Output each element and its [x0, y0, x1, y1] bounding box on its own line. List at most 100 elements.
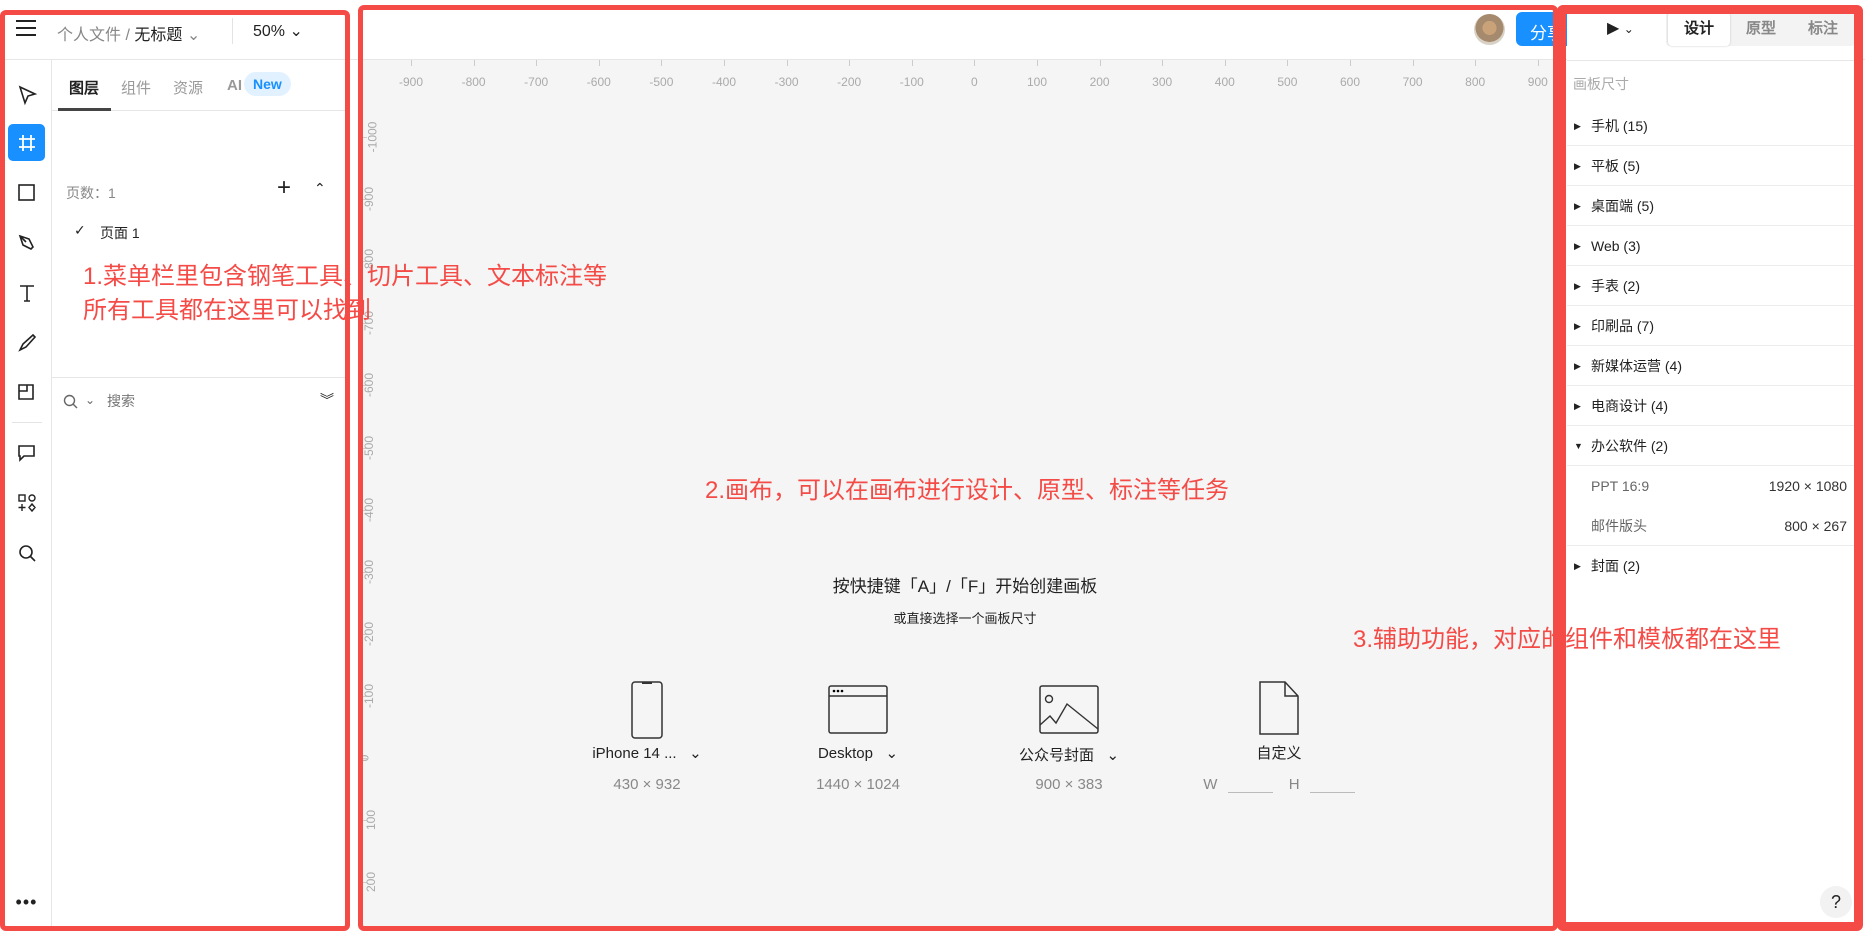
ruler-horizontal: -900 -800 -700 -600 -500 -400 -300 -200 -100 0 100…: [361, 60, 1555, 108]
custom-size-inputs: W H: [1179, 776, 1379, 793]
browser-window-icon: [828, 685, 888, 734]
mode-tabs: 设计 原型 标注: [1666, 12, 1855, 46]
category-row[interactable]: ▶ 新媒体运营 (4): [1567, 346, 1855, 386]
divider: [232, 18, 233, 44]
preset-size: 430 × 932: [613, 776, 681, 793]
play-icon[interactable]: ▶ ⌄: [1607, 18, 1634, 38]
tab-design[interactable]: 设计: [1668, 12, 1730, 46]
ruler-label-y: -300: [362, 559, 377, 584]
ruler-label-x: 500: [1277, 75, 1298, 89]
rectangle-tool[interactable]: [8, 174, 45, 211]
caret-right-icon: ▶: [1574, 361, 1581, 371]
category-row[interactable]: ▶ 电商设计 (4): [1567, 386, 1855, 426]
caret-right-icon: ▶: [1574, 281, 1581, 291]
frame-tool[interactable]: [8, 124, 45, 161]
caret-right-icon: ▶: [1574, 161, 1581, 171]
preset-custom[interactable]: 自定义 W H: [1179, 680, 1379, 793]
comment-tool[interactable]: [8, 434, 45, 471]
menu-icon[interactable]: [16, 20, 36, 36]
ruler-label-y: 100: [364, 810, 379, 831]
pen-icon: [18, 234, 34, 250]
crumb-parent[interactable]: 个人文件 /: [57, 27, 130, 44]
more-icon[interactable]: •••: [8, 884, 45, 921]
ruler-label-x: 200: [1089, 75, 1110, 89]
add-page-icon[interactable]: +: [277, 174, 291, 202]
ruler-label-x: -200: [837, 75, 862, 89]
ruler-label-x: 800: [1465, 75, 1486, 89]
breadcrumb[interactable]: 个人文件 / 无标题 ⌄: [57, 21, 200, 45]
preset-desktop[interactable]: Desktop ⌄ 1440 × 1024: [758, 685, 958, 793]
preset-cover[interactable]: 公众号封面 ⌄ 900 × 383: [969, 685, 1169, 793]
ruler-label-x: -500: [649, 75, 674, 89]
category-label: 桌面端 (5): [1591, 198, 1654, 214]
plugins-tool[interactable]: [8, 484, 45, 521]
tab-layers[interactable]: 图层: [69, 77, 99, 98]
category-row[interactable]: ▶ Web (3): [1567, 226, 1855, 266]
ruler-label-y: 200: [364, 872, 379, 893]
ruler-label-x: 100: [1026, 75, 1048, 89]
preset-iphone[interactable]: iPhone 14 ... ⌄ 430 × 932: [547, 680, 747, 793]
avatar[interactable]: [1474, 14, 1505, 45]
height-input[interactable]: [1309, 777, 1355, 793]
plugins-icon: [17, 493, 36, 512]
ruler-label-y: -600: [362, 373, 377, 398]
pointer-icon: [18, 85, 37, 105]
category-label: 办公软件 (2): [1591, 438, 1668, 454]
category-row[interactable]: ▼ 办公软件 (2): [1567, 426, 1855, 466]
tab-annotate[interactable]: 标注: [1792, 12, 1854, 46]
canvas-hint-subtitle: 或直接选择一个画板尺寸: [893, 611, 1037, 626]
frame-icon: [18, 134, 35, 151]
ruler-label-y: -500: [362, 435, 377, 460]
ruler-tick: [849, 60, 851, 66]
layer-search-input[interactable]: [107, 390, 287, 412]
ruler-tick: [411, 60, 412, 66]
preset-row[interactable]: 邮件版头 800 × 267: [1567, 506, 1855, 546]
caret-right-icon: ▶: [1574, 401, 1581, 411]
search-tool[interactable]: [8, 534, 45, 571]
divider: [12, 422, 42, 423]
rectangle-icon: [17, 183, 35, 201]
preset-size: 900 × 383: [1035, 776, 1103, 793]
pages-count: 页数：1: [66, 185, 116, 201]
preset-size: 800 × 267: [1784, 518, 1847, 534]
collapse-icon[interactable]: ⌃: [314, 180, 326, 197]
ruler-label-x: -100: [899, 75, 924, 89]
category-row[interactable]: ▶ 印刷品 (7): [1567, 306, 1855, 346]
ruler-label-y: -100: [362, 683, 377, 708]
new-badge: New: [244, 72, 291, 96]
category-row[interactable]: ▶ 平板 (5): [1567, 146, 1855, 186]
pencil-tool[interactable]: [8, 324, 45, 361]
preset-name: PPT 16:9: [1591, 478, 1650, 494]
page-item[interactable]: 页面 1: [100, 223, 140, 243]
tab-assets[interactable]: 资源: [173, 77, 203, 98]
text-tool[interactable]: [8, 274, 45, 311]
ruler-tick: [1537, 60, 1539, 66]
tab-prototype[interactable]: 原型: [1730, 12, 1792, 46]
category-row[interactable]: ▶ 手机 (15): [1567, 106, 1855, 146]
file-name[interactable]: 无标题: [134, 27, 182, 44]
search-icon: [63, 394, 78, 409]
category-row[interactable]: ▶ 封面 (2): [1567, 546, 1855, 586]
ruler-label-x: -800: [461, 75, 486, 89]
toolbar: •••: [0, 60, 52, 931]
width-input[interactable]: [1227, 777, 1273, 793]
preset-size: 1920 × 1080: [1768, 478, 1847, 494]
move-tool[interactable]: [8, 76, 45, 113]
search-filter-chevron[interactable]: ⌄: [85, 393, 95, 407]
ruler-label-x: 300: [1152, 75, 1173, 89]
category-label: Web (3): [1591, 238, 1641, 254]
preset-row[interactable]: PPT 16:9 1920 × 1080: [1567, 466, 1855, 506]
ruler-tick: [473, 60, 475, 66]
pen-tool[interactable]: [8, 224, 45, 261]
category-row[interactable]: ▶ 手表 (2): [1567, 266, 1855, 306]
ruler-label-x: -400: [711, 75, 737, 89]
help-button[interactable]: ?: [1820, 886, 1852, 918]
tab-ai[interactable]: AI: [227, 77, 242, 94]
zoom-select[interactable]: 50% ⌄: [253, 21, 303, 41]
expand-all-icon[interactable]: ︾: [320, 390, 334, 410]
caret-right-icon: ▶: [1574, 241, 1581, 251]
category-row[interactable]: ▶ 桌面端 (5): [1567, 186, 1855, 226]
file-icon: [1259, 681, 1299, 735]
slice-tool[interactable]: [8, 374, 45, 411]
tab-components[interactable]: 组件: [121, 77, 151, 98]
